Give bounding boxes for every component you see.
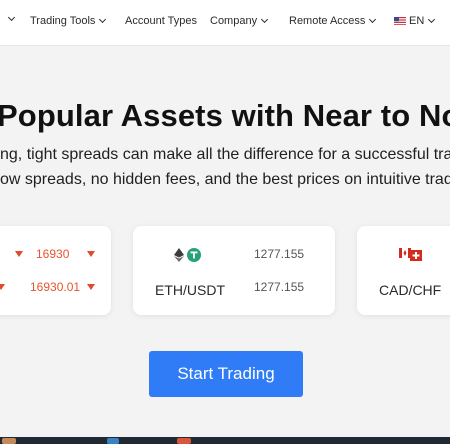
language-label: EN [409, 15, 425, 27]
nav-remote-access[interactable]: Remote Access [289, 15, 377, 27]
cad-chf-flag-icon [399, 248, 422, 261]
taskbar-app-icon[interactable] [177, 438, 191, 444]
asset-pair-label: ETH/USDT [155, 282, 225, 298]
nav-trading-tools-label: Trading Tools [30, 15, 96, 27]
down-arrow-icon [0, 284, 5, 290]
page-headline: Popular Assets with Near to No [0, 98, 450, 133]
ask-value: 1277.155 [254, 280, 305, 294]
ethereum-icon [174, 248, 184, 262]
subtitle-line-2: ow spreads, no hidden fees, and the best… [0, 171, 450, 188]
nav-company-label: Company [210, 15, 258, 27]
nav-trading-tools[interactable]: Trading Tools [30, 15, 107, 27]
asset-card-eth-usdt[interactable]: 1277.155 ETH/USDT 1277.155 [133, 226, 335, 315]
taskbar-app-icon[interactable] [107, 438, 119, 444]
down-arrow-icon [87, 284, 95, 290]
chevron-down-icon [369, 15, 377, 24]
os-taskbar [0, 437, 450, 444]
chevron-down-icon [428, 15, 436, 24]
taskbar-avatar-icon[interactable] [2, 438, 16, 444]
asset-card-left[interactable]: 16930 16930.01 [0, 226, 111, 315]
language-selector[interactable]: EN [394, 15, 436, 27]
chevron-down-icon[interactable] [7, 13, 16, 22]
start-trading-button[interactable]: Start Trading [149, 351, 303, 397]
bid-value: 1277.155 [254, 247, 305, 261]
nav-account-types[interactable]: Account Types [125, 15, 197, 27]
nav-company[interactable]: Company [210, 15, 269, 27]
chevron-down-icon [261, 15, 269, 24]
down-arrow-icon [15, 251, 23, 257]
chevron-down-icon [99, 15, 107, 24]
asset-pair-label: CAD/CHF [379, 282, 442, 298]
price-value-2: 16930.01 [30, 280, 81, 294]
subtitle-line-1: ng, tight spreads can make all the diffe… [0, 146, 450, 163]
nav-remote-access-label: Remote Access [289, 15, 366, 27]
price-value-1: 16930 [36, 247, 70, 261]
top-navbar: Trading Tools Account Types Company Remo… [0, 0, 450, 46]
nav-account-types-label: Account Types [125, 15, 197, 27]
tether-icon [187, 248, 201, 262]
down-arrow-icon [87, 251, 95, 257]
asset-card-cad-chf[interactable]: CAD/CHF [357, 226, 450, 315]
us-flag-icon [394, 17, 406, 25]
